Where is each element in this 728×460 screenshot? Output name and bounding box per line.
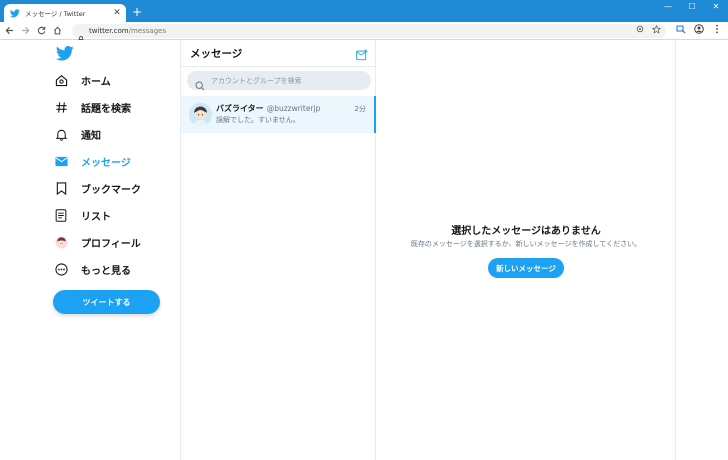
- empty-state-description: 既存のメッセージを選択するか、新しいメッセージを作成してください。: [410, 240, 642, 248]
- nav-item-lists[interactable]: リスト: [54, 203, 119, 227]
- search-bar: [187, 71, 371, 90]
- twitter-page: ホーム 話題を検索 通知 メッセージ ブックマーク リスト プロフィール もっと…: [0, 40, 728, 460]
- nav-item-bookmarks[interactable]: ブックマーク: [54, 176, 149, 200]
- address-bar[interactable]: twitter.com/messages: [72, 24, 666, 43]
- messages-column: メッセージ バズライター@buzzwriterjp 2分 誤解でした。すいません…: [181, 40, 376, 460]
- more-icon: [54, 262, 68, 276]
- conversation-avatar: [189, 103, 212, 126]
- nav-label-bookmarks: ブックマーク: [81, 184, 141, 196]
- browser-tab[interactable]: メッセージ / Twitter ✕: [4, 4, 126, 22]
- tab-title: メッセージ / Twitter: [25, 10, 86, 18]
- forward-icon[interactable]: [18, 24, 32, 38]
- conversation-time: 2分: [354, 105, 366, 113]
- new-message-compose-icon[interactable]: [356, 46, 369, 61]
- menu-kebab-icon[interactable]: [710, 24, 724, 38]
- left-navigation: ホーム 話題を検索 通知 メッセージ ブックマーク リスト プロフィール もっと…: [0, 40, 181, 460]
- close-window-button[interactable]: ✕: [704, 0, 728, 14]
- search-icon: [195, 76, 205, 90]
- maximize-button[interactable]: ☐: [680, 0, 704, 14]
- bookmark-star-icon[interactable]: [650, 24, 662, 37]
- nav-item-profile[interactable]: プロフィール: [54, 230, 149, 254]
- nav-label-more: もっと見る: [81, 265, 131, 277]
- messages-title: メッセージ: [190, 48, 243, 60]
- envelope-icon: [54, 154, 68, 168]
- reload-icon[interactable]: [34, 24, 48, 38]
- twitter-favicon-icon: [10, 8, 20, 18]
- new-message-button[interactable]: 新しいメッセージ: [488, 258, 564, 278]
- nav-label-home: ホーム: [81, 76, 111, 88]
- nav-label-notifications: 通知: [81, 130, 101, 142]
- home-browser-icon[interactable]: [50, 24, 64, 38]
- url-path: /messages: [128, 27, 167, 35]
- conversation-handle: @buzzwriterjp: [266, 104, 321, 113]
- hashtag-icon: [54, 100, 68, 114]
- empty-state-title: 選択したメッセージはありません: [451, 226, 601, 237]
- nav-item-home[interactable]: ホーム: [54, 68, 119, 92]
- message-detail-pane: 選択したメッセージはありません 既存のメッセージを選択するか、新しいメッセージを…: [376, 40, 676, 460]
- back-icon[interactable]: [2, 24, 16, 38]
- nav-item-explore[interactable]: 話題を検索: [54, 95, 139, 119]
- conversation-display-name: バズライター: [216, 104, 264, 113]
- tweet-button[interactable]: ツイートする: [53, 290, 160, 314]
- nav-item-more[interactable]: もっと見る: [54, 257, 139, 281]
- nav-item-notifications[interactable]: 通知: [54, 122, 109, 146]
- new-tab-button[interactable]: +: [131, 5, 143, 19]
- url-host: twitter.com: [89, 27, 129, 35]
- messages-header: メッセージ: [181, 40, 376, 67]
- list-icon: [54, 208, 68, 222]
- nav-label-messages: メッセージ: [81, 157, 131, 169]
- site-settings-icon[interactable]: [634, 25, 646, 37]
- extension-icon[interactable]: [674, 24, 688, 38]
- profile-icon[interactable]: [692, 24, 706, 38]
- window-controls: — ☐ ✕: [656, 0, 728, 22]
- browser-toolbar: twitter.com/messages: [0, 22, 728, 43]
- nav-label-explore: 話題を検索: [81, 103, 131, 115]
- conversation-preview: 誤解でした。すいません。: [216, 116, 300, 124]
- avatar-icon: [54, 235, 68, 249]
- url-text: twitter.com/messages: [89, 27, 634, 35]
- browser-titlebar: メッセージ / Twitter ✕ + — ☐ ✕: [0, 0, 728, 22]
- home-icon: [54, 73, 68, 87]
- minimize-button[interactable]: —: [656, 0, 680, 14]
- bell-icon: [54, 127, 68, 141]
- conversation-item[interactable]: バズライター @buzzwriterjp 2分 誤解でした。すいません。: [181, 96, 376, 133]
- nav-label-profile: プロフィール: [81, 238, 141, 250]
- toolbar-right: [670, 24, 724, 38]
- nav-label-lists: リスト: [81, 211, 111, 223]
- tab-close-icon[interactable]: ✕: [112, 8, 122, 18]
- conversation-name: バズライター @buzzwriterjp: [216, 103, 320, 114]
- nav-item-messages[interactable]: メッセージ: [54, 149, 139, 173]
- lock-icon: [78, 28, 84, 43]
- search-input[interactable]: [211, 76, 361, 85]
- bookmark-icon: [54, 181, 68, 195]
- twitter-logo-icon[interactable]: [56, 46, 74, 62]
